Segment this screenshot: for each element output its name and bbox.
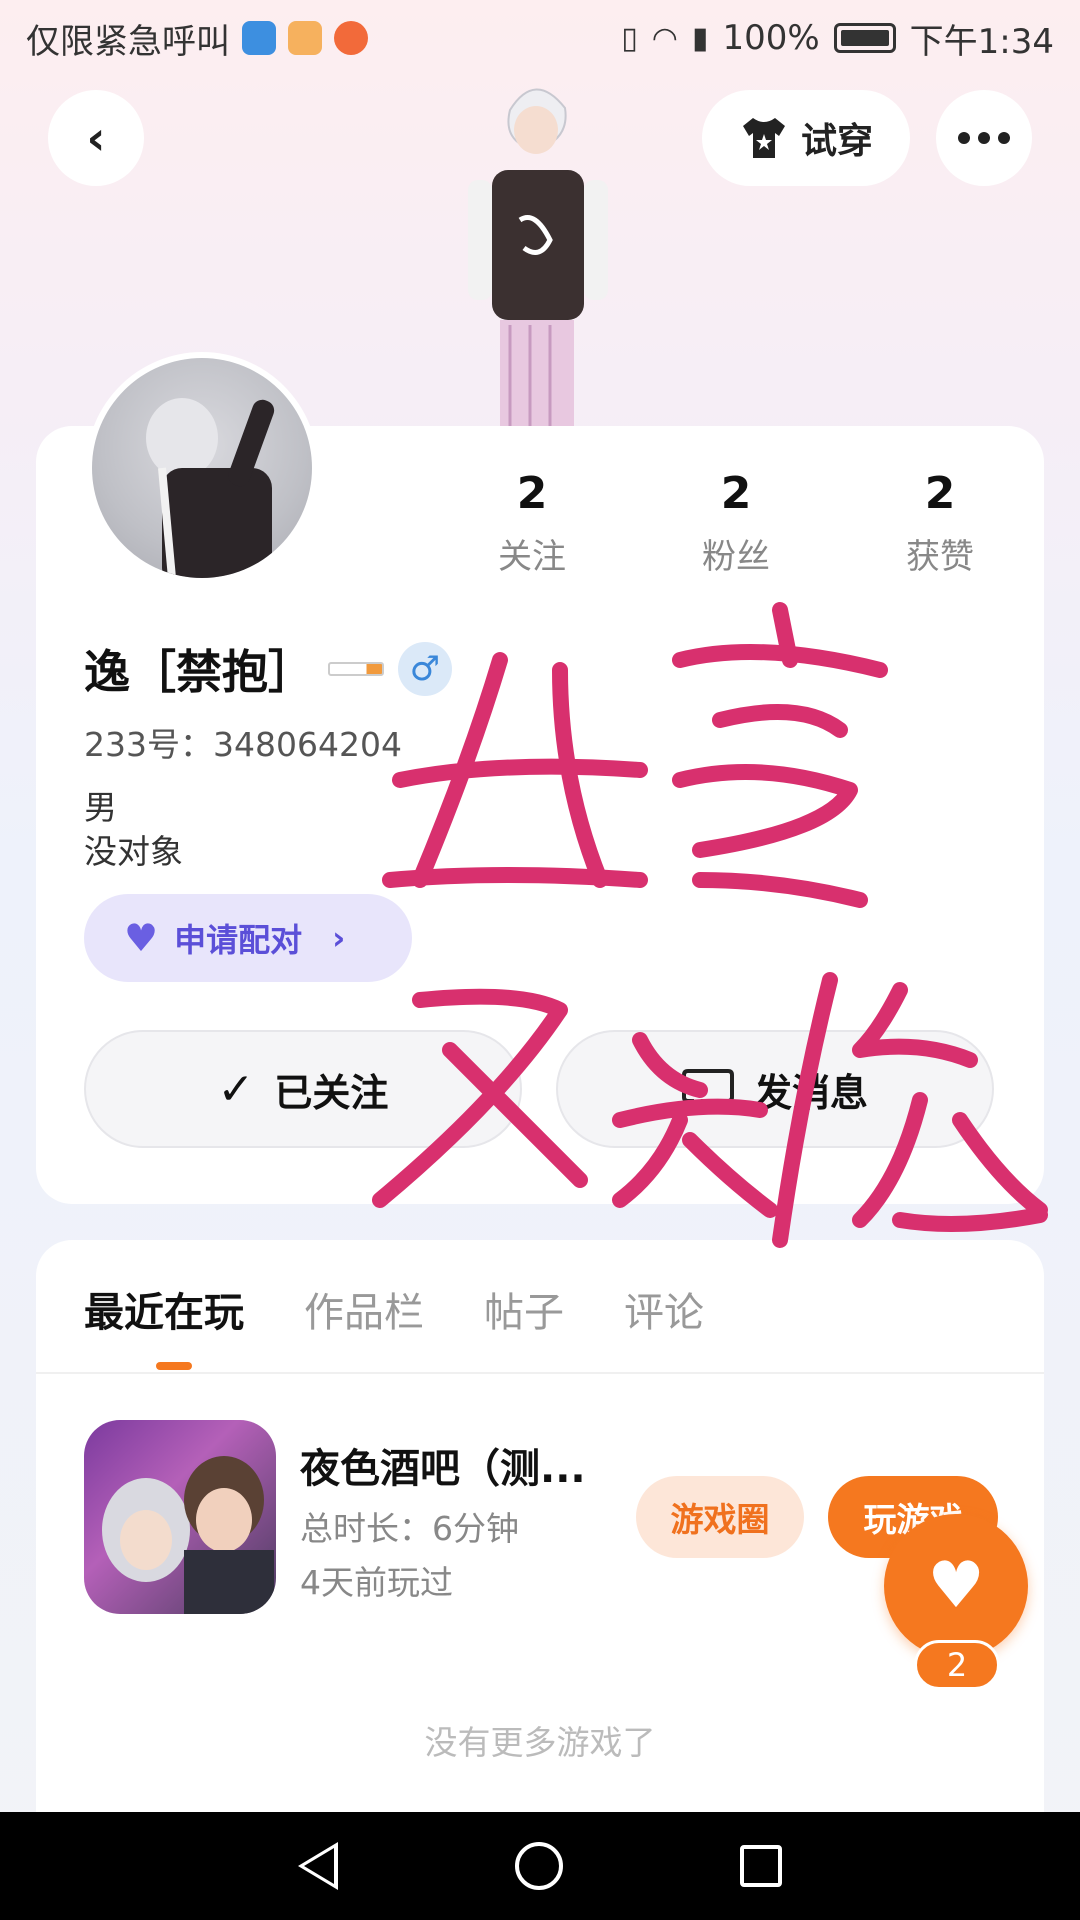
notification-app-icon (288, 21, 322, 55)
divider (36, 1372, 1044, 1374)
system-nav-bar (0, 1812, 1080, 1920)
clock: 下午1:34 (909, 21, 1054, 62)
try-on-button[interactable]: 试穿 (702, 90, 910, 186)
stat-fans[interactable]: 2 粉丝 (634, 468, 838, 578)
stat-likes[interactable]: 2 获赞 (838, 468, 1042, 578)
user-name: 逸［禁抱］ (84, 645, 314, 699)
following-button[interactable]: ✓ 已关注 (84, 1030, 522, 1148)
like-fab[interactable]: ♥ (884, 1514, 1028, 1658)
back-button[interactable]: ‹ (48, 90, 144, 186)
stat-value: 2 (720, 468, 752, 519)
vibrate-icon: ▯ (621, 20, 638, 56)
match-request-button[interactable]: ♥ 申请配对 › (84, 894, 412, 982)
stat-value: 2 (516, 468, 548, 519)
status-bar: 仅限紧急呼叫 ▯ ◠ ▮ 100% 下午1:34 (0, 0, 1080, 76)
bio-line: 男 (84, 788, 117, 827)
try-on-label: 试穿 (800, 121, 873, 162)
stats-row: 2 关注 2 粉丝 2 获赞 (430, 468, 1042, 578)
cigarette-emoji (328, 662, 384, 676)
shirt-icon (742, 118, 785, 158)
weibo-app-icon (334, 21, 368, 55)
chevron-right-icon: › (332, 919, 346, 957)
match-label: 申请配对 (174, 921, 303, 959)
game-title: 夜色酒吧（测... (300, 1446, 586, 1492)
profile-screen: 仅限紧急呼叫 ▯ ◠ ▮ 100% 下午1:34 ‹ 试穿 2 关注 2 粉丝 … (0, 0, 1080, 1920)
gender-male-icon: ♂ (398, 642, 452, 696)
nav-back-icon[interactable] (298, 1842, 339, 1890)
game-circle-button[interactable]: 游戏圈 (636, 1476, 804, 1558)
status-left: 仅限紧急呼叫 (26, 14, 368, 63)
bio: 男 没对象 (84, 786, 183, 874)
stat-following[interactable]: 2 关注 (430, 468, 634, 578)
carrier-text: 仅限紧急呼叫 (26, 21, 230, 62)
stat-label: 获赞 (906, 537, 974, 577)
wifi-icon: ◠ (651, 20, 678, 56)
following-label: 已关注 (274, 1070, 389, 1115)
user-id[interactable]: 233号：348064204 (84, 718, 402, 766)
tab-recently-played[interactable]: 最近在玩 (84, 1280, 244, 1338)
like-count-badge: 2 (914, 1640, 1000, 1690)
tab-posts[interactable]: 帖子 (484, 1280, 564, 1338)
heart-icon: ♥ (927, 1549, 985, 1623)
back-icon: ‹ (86, 111, 106, 165)
game-duration: 总时长：6分钟 (300, 1509, 519, 1548)
active-tab-indicator (156, 1362, 192, 1370)
game-list-item[interactable]: 夜色酒吧（测... 总时长：6分钟 4天前玩过 游戏圈 玩游戏 (84, 1420, 1004, 1614)
stat-value: 2 (924, 468, 956, 519)
avatar[interactable] (86, 352, 318, 584)
tab-works[interactable]: 作品栏 (304, 1280, 424, 1338)
tab-bar: 最近在玩 作品栏 帖子 评论 (84, 1280, 704, 1338)
name-row: 逸［禁抱］ ♂ (84, 636, 452, 702)
sim-alert-icon: ▮ (691, 20, 709, 56)
game-last-played: 4天前玩过 (300, 1563, 453, 1602)
check-icon: ✓ (217, 1063, 255, 1115)
heart-icon: ♥ (124, 916, 159, 960)
send-message-button[interactable]: 发消息 (556, 1030, 994, 1148)
game-icon (84, 1420, 276, 1614)
bio-line: 没对象 (84, 832, 183, 871)
stat-label: 粉丝 (702, 537, 770, 577)
avatar-image (92, 358, 312, 578)
message-icon (681, 1069, 734, 1111)
status-right: ▯ ◠ ▮ 100% 下午1:34 (621, 14, 1054, 63)
more-button[interactable] (936, 90, 1032, 186)
no-more-games-text: 没有更多游戏了 (424, 1723, 656, 1762)
nav-home-icon[interactable] (514, 1842, 563, 1890)
nav-recents-icon[interactable] (739, 1845, 782, 1887)
shield-app-icon (242, 21, 276, 55)
more-icon (958, 132, 970, 144)
avatar-character-image (468, 88, 608, 430)
battery-percent: 100% (722, 18, 820, 58)
message-label: 发消息 (753, 1070, 868, 1115)
battery-icon (833, 23, 896, 53)
tab-comments[interactable]: 评论 (624, 1280, 704, 1338)
stat-label: 关注 (498, 537, 566, 577)
